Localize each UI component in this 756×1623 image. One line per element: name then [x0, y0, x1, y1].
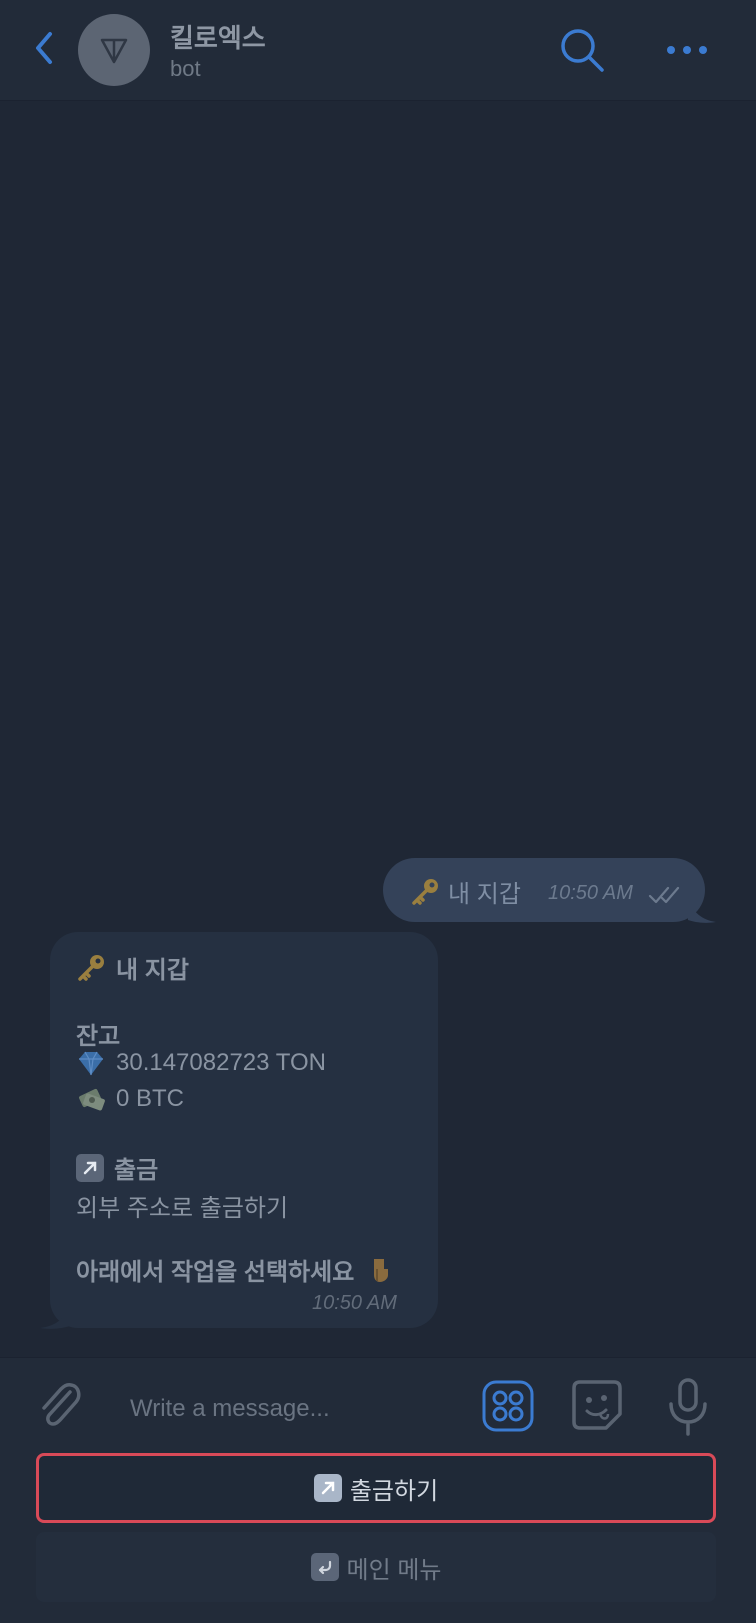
more-options-icon[interactable] — [664, 30, 710, 70]
message-time: 10:50 AM — [312, 1292, 397, 1314]
microphone-icon[interactable] — [666, 1378, 710, 1436]
btc-balance-row: 0 BTC — [76, 1084, 184, 1114]
gem-icon — [79, 1051, 103, 1076]
chat-title: 킬로엑스 — [170, 23, 266, 53]
btc-balance: 0 BTC — [116, 1085, 185, 1112]
main-menu-button[interactable]: 메인 메뉴 — [36, 1532, 716, 1602]
up-right-arrow-icon — [313, 1474, 342, 1502]
outgoing-message-text: 내 지갑 — [410, 874, 521, 909]
key-icon — [78, 954, 104, 981]
chat-header: 킬로엑스 bot — [0, 0, 756, 101]
outgoing-text: 내 지갑 — [448, 881, 521, 908]
message-input[interactable] — [128, 1388, 432, 1430]
withdraw-button-label: 출금하기 — [349, 1477, 439, 1505]
ton-balance-row: 30.147082723 TON — [76, 1048, 326, 1078]
chat-subtitle: bot — [170, 56, 201, 81]
withdraw-heading: 출금 — [76, 1150, 158, 1185]
sticker-icon[interactable] — [570, 1378, 624, 1432]
withdraw-description: 외부 주소로 출금하기 — [76, 1195, 289, 1222]
ton-balance: 30.147082723 TON — [116, 1049, 326, 1076]
ton-logo-icon — [100, 38, 128, 64]
main-menu-button-label: 메인 메뉴 — [346, 1556, 442, 1584]
return-arrow-icon — [310, 1553, 339, 1581]
up-right-arrow-icon — [76, 1153, 104, 1182]
search-icon[interactable] — [558, 26, 606, 74]
money-icon — [79, 1088, 105, 1111]
withdraw-button[interactable]: 출금하기 — [36, 1453, 716, 1523]
bot-menu-icon[interactable] — [482, 1380, 534, 1432]
key-icon — [412, 878, 438, 905]
pointing-down-icon — [374, 1258, 389, 1282]
balance-label: 잔고 — [76, 1023, 121, 1050]
action-prompt: 아래에서 작업을 선택하세요 — [76, 1252, 394, 1287]
message-time: 10:50 AM — [548, 882, 633, 904]
bubble-tail — [688, 898, 716, 923]
avatar[interactable] — [78, 14, 150, 86]
bubble-tail — [40, 1304, 70, 1329]
double-check-icon — [648, 886, 680, 904]
paperclip-icon[interactable] — [34, 1378, 86, 1434]
back-arrow-icon[interactable] — [30, 28, 60, 68]
wallet-heading: 내 지갑 — [76, 950, 189, 985]
